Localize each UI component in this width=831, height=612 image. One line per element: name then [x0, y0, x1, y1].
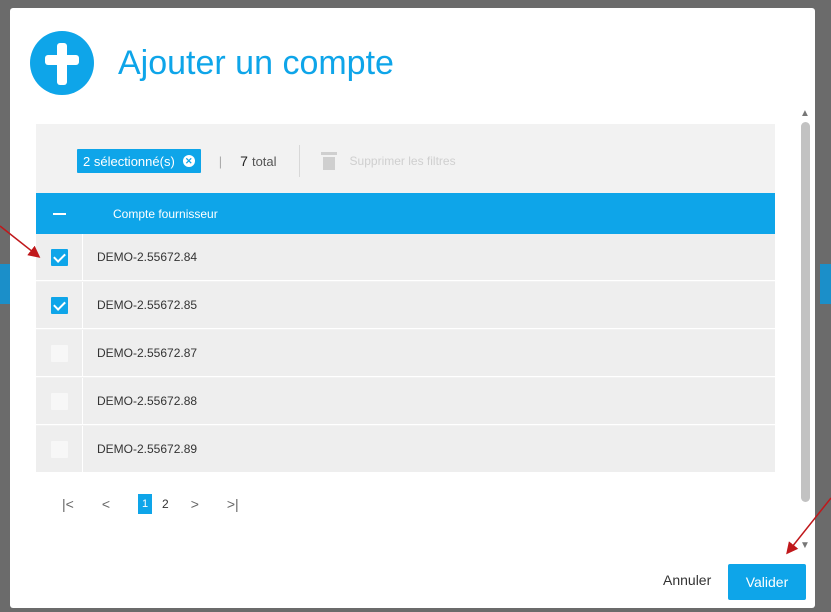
row-checkbox-cell[interactable]	[36, 330, 83, 376]
dialog-header: Ajouter un compte	[30, 28, 394, 98]
clear-filters-button[interactable]: Supprimer les filtres	[350, 154, 456, 168]
selected-count-label: 2 sélectionné(s)	[83, 153, 175, 169]
table-row[interactable]: DEMO-2.55672.88	[36, 378, 775, 425]
table-row[interactable]: DEMO-2.55672.84	[36, 234, 775, 281]
first-page-button[interactable]: |<	[62, 496, 74, 512]
scrollbar-thumb[interactable]	[801, 122, 810, 502]
row-checkbox-cell[interactable]	[36, 426, 83, 472]
next-page-button[interactable]: >	[191, 496, 199, 512]
clear-selection-icon[interactable]: ✕	[182, 155, 195, 167]
row-checkbox-cell[interactable]	[36, 378, 83, 424]
dialog-title: Ajouter un compte	[118, 43, 394, 82]
vertical-divider	[298, 145, 300, 177]
scroll-up-arrow-icon[interactable]: ▲	[800, 108, 810, 119]
page-2-button[interactable]: 2	[162, 497, 169, 511]
column-header-account[interactable]: Compte fournisseur	[113, 207, 218, 221]
account-name: DEMO-2.55672.88	[97, 394, 198, 408]
table-row[interactable]: DEMO-2.55672.85	[36, 282, 775, 329]
backdrop-left-stripe	[0, 264, 10, 304]
trash-icon	[320, 151, 338, 171]
filter-bar: 2 sélectionné(s) ✕ | 7 total Supprimer l…	[77, 136, 456, 186]
scroll-down-arrow-icon[interactable]: ▼	[800, 540, 810, 551]
table-row[interactable]: DEMO-2.55672.89	[36, 426, 775, 473]
table-row[interactable]: DEMO-2.55672.87	[36, 330, 775, 377]
row-checkbox[interactable]	[50, 296, 68, 314]
pagination: |< < 1 2 > >|	[62, 492, 267, 516]
row-checkbox[interactable]	[50, 392, 68, 410]
total-label: total	[251, 153, 277, 169]
last-page-button[interactable]: >|	[227, 496, 239, 512]
row-checkbox-cell[interactable]	[36, 234, 83, 280]
cancel-button[interactable]: Annuler	[663, 572, 711, 588]
selected-count-badge[interactable]: 2 sélectionné(s) ✕	[77, 149, 201, 173]
account-name: DEMO-2.55672.84	[97, 250, 198, 264]
account-name: DEMO-2.55672.87	[97, 346, 198, 360]
page-1-button[interactable]: 1	[138, 494, 152, 514]
indeterminate-dash-icon	[53, 212, 66, 215]
account-name: DEMO-2.55672.89	[97, 442, 198, 456]
account-name: DEMO-2.55672.85	[97, 298, 198, 312]
prev-page-button[interactable]: <	[102, 496, 110, 512]
row-checkbox-cell[interactable]	[36, 282, 83, 328]
table-header: Compte fournisseur	[36, 193, 775, 234]
submit-button[interactable]: Valider	[728, 564, 806, 600]
row-checkbox[interactable]	[50, 248, 68, 266]
backdrop-right-stripe	[820, 264, 831, 304]
add-cross-icon	[30, 31, 94, 95]
add-account-dialog: Ajouter un compte ▲ ▼ 2 sélectionné(s) ✕…	[10, 8, 815, 608]
select-all-checkbox[interactable]	[36, 212, 83, 215]
row-checkbox[interactable]	[50, 344, 68, 362]
filter-separator: |	[218, 153, 223, 169]
total-count: 7	[240, 153, 248, 169]
row-checkbox[interactable]	[50, 440, 68, 458]
account-list-panel: 2 sélectionné(s) ✕ | 7 total Supprimer l…	[36, 124, 775, 473]
